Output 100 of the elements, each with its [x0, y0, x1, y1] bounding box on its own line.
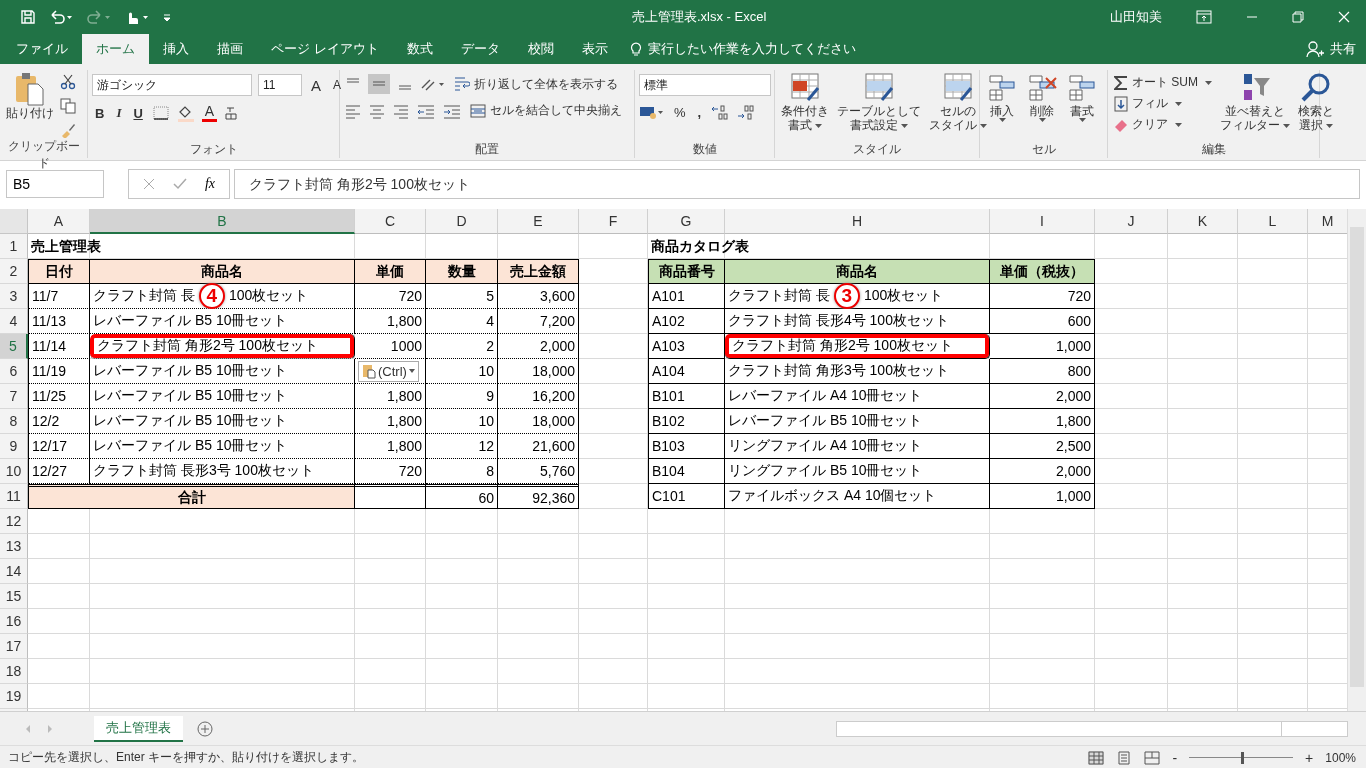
style-button[interactable]: テーブルとして 書式設定	[835, 70, 923, 135]
row-header[interactable]: 4	[0, 309, 28, 334]
currency-icon[interactable]	[639, 104, 665, 120]
undo-icon[interactable]	[48, 9, 74, 25]
percent-button[interactable]: %	[671, 104, 689, 120]
normal-view-icon[interactable]	[1088, 750, 1105, 765]
user-name[interactable]: 山田知美	[1110, 8, 1162, 26]
underline-button[interactable]: U	[130, 105, 146, 121]
insert-function-button[interactable]: fx	[204, 176, 216, 192]
column-header[interactable]: C	[355, 209, 426, 234]
tell-me-field[interactable]: 実行したい作業を入力してください	[647, 40, 856, 58]
vertical-scrollbar[interactable]	[1347, 209, 1366, 711]
ribbon-tab[interactable]: 校閲	[513, 34, 568, 64]
scissors-icon[interactable]	[60, 74, 76, 90]
align-center-icon[interactable]	[368, 102, 386, 119]
edit-button[interactable]: 検索と 選択	[1296, 70, 1336, 135]
increase-decimal-icon[interactable]	[710, 104, 731, 120]
ribbon-tab[interactable]: データ	[446, 34, 514, 64]
column-header[interactable]: L	[1238, 209, 1308, 234]
row-header[interactable]: 13	[0, 534, 28, 559]
row-header[interactable]: 16	[0, 609, 28, 634]
ribbon-tab[interactable]: ファイル	[2, 34, 82, 64]
page-break-icon[interactable]	[1144, 750, 1161, 765]
font-size-field[interactable]: 11	[258, 74, 302, 96]
decrease-decimal-icon[interactable]	[736, 104, 757, 120]
comma-button[interactable]: ,	[694, 104, 705, 120]
column-header[interactable]: E	[498, 209, 579, 234]
edit-button[interactable]: 並べ替えと フィルター	[1218, 70, 1292, 135]
row-header[interactable]: 19	[0, 684, 28, 709]
align-right-icon[interactable]	[392, 102, 410, 119]
align-middle-icon[interactable]	[368, 74, 390, 94]
column-header[interactable]: M	[1308, 209, 1347, 234]
phonetic-icon[interactable]	[223, 105, 240, 121]
ribbon-tab[interactable]: 挿入	[149, 34, 203, 64]
bold-button[interactable]: B	[92, 105, 108, 121]
font-color-button[interactable]: A	[201, 104, 218, 122]
save-icon[interactable]	[20, 9, 36, 25]
row-header[interactable]: 2	[0, 259, 28, 284]
cell-button[interactable]: 書式	[1064, 70, 1100, 125]
row-header[interactable]: 12	[0, 509, 28, 534]
row-header[interactable]: 8	[0, 409, 28, 434]
ribbon-display-icon[interactable]	[1196, 10, 1212, 24]
row-header[interactable]: 10	[0, 459, 28, 484]
fill-button[interactable]: フィル	[1112, 95, 1214, 112]
add-sheet-icon[interactable]	[197, 720, 213, 737]
row-header[interactable]: 5	[0, 334, 28, 359]
zoom-out-button[interactable]: -	[1172, 749, 1178, 766]
row-header[interactable]: 7	[0, 384, 28, 409]
column-header[interactable]: K	[1168, 209, 1238, 234]
row-header[interactable]: 3	[0, 284, 28, 309]
row-header[interactable]: 9	[0, 434, 28, 459]
row-header[interactable]: 6	[0, 359, 28, 384]
column-header[interactable]: A	[28, 209, 90, 234]
restore-icon[interactable]	[1292, 11, 1304, 23]
grow-font-button[interactable]: A	[308, 76, 324, 94]
brush-icon[interactable]	[60, 122, 76, 138]
name-box[interactable]: B5	[6, 170, 104, 198]
autosum-button[interactable]: オート SUM	[1112, 74, 1214, 91]
share-button[interactable]: 共有	[1330, 40, 1356, 58]
sheet-tab[interactable]: 売上管理表	[94, 715, 183, 742]
align-left-icon[interactable]	[344, 102, 362, 119]
cell-button[interactable]: 削除	[1024, 70, 1060, 125]
close-icon[interactable]	[1338, 11, 1350, 23]
page-layout-icon[interactable]	[1116, 750, 1133, 765]
copy-icon[interactable]	[60, 98, 76, 114]
row-header[interactable]: 15	[0, 584, 28, 609]
font-name-field[interactable]: 游ゴシック	[92, 74, 252, 96]
borders-icon[interactable]	[151, 105, 170, 121]
shrink-font-button[interactable]: A	[330, 78, 345, 92]
merge-center-button[interactable]: セルを結合して中央揃え	[468, 102, 624, 119]
row-header[interactable]: 14	[0, 559, 28, 584]
fill-color-icon[interactable]	[175, 104, 196, 122]
zoom-level[interactable]: 100%	[1325, 750, 1356, 765]
column-header[interactable]: J	[1095, 209, 1168, 234]
column-header[interactable]: G	[648, 209, 725, 234]
style-button[interactable]: 条件付き 書式	[779, 70, 831, 135]
ribbon-tab[interactable]: 描画	[203, 34, 257, 64]
column-header[interactable]: B	[90, 209, 355, 234]
ribbon-tab[interactable]: 数式	[392, 34, 447, 64]
column-header[interactable]: D	[426, 209, 498, 234]
ribbon-tab[interactable]: ホーム	[82, 34, 149, 64]
row-header[interactable]: 11	[0, 484, 28, 509]
wrap-text-button[interactable]: 折り返して全体を表示する	[452, 75, 620, 93]
paste-options-button[interactable]: (Ctrl)	[358, 360, 419, 382]
row-header[interactable]: 18	[0, 659, 28, 684]
increase-indent-icon[interactable]	[442, 102, 462, 119]
formula-field[interactable]: クラフト封筒 角形2号 100枚セット	[234, 169, 1360, 199]
ribbon-tab[interactable]: 表示	[567, 34, 622, 64]
column-header[interactable]: I	[990, 209, 1095, 234]
clear-button[interactable]: クリア	[1112, 116, 1214, 133]
row-header[interactable]: 1	[0, 234, 28, 259]
column-header[interactable]: H	[725, 209, 990, 234]
decrease-indent-icon[interactable]	[416, 102, 436, 119]
ribbon-tab[interactable]: ページ レイアウト	[257, 34, 393, 64]
italic-button[interactable]: I	[113, 105, 125, 121]
paste-button[interactable]: 貼り付け	[4, 70, 56, 123]
column-header[interactable]: F	[579, 209, 648, 234]
number-format-field[interactable]: 標準	[639, 74, 771, 96]
horizontal-scrollbar[interactable]	[836, 720, 1348, 737]
row-header[interactable]: 17	[0, 634, 28, 659]
